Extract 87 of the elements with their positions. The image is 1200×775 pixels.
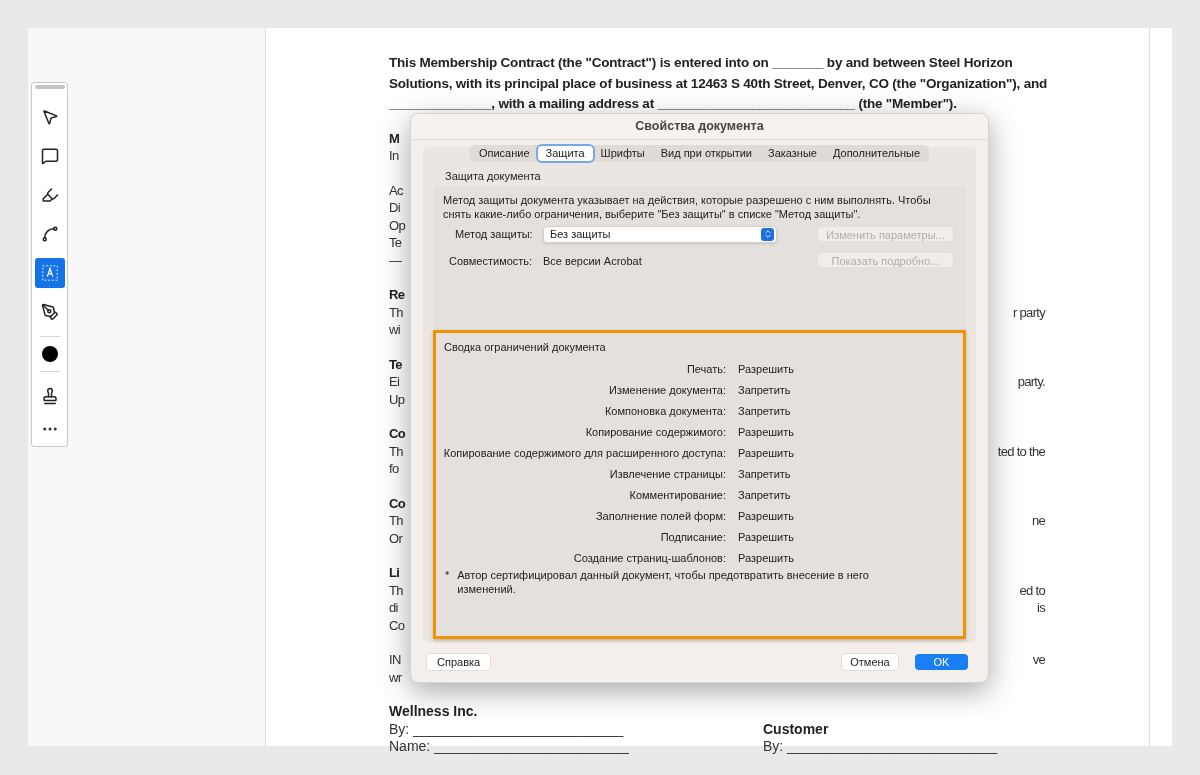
body-text: Ei	[389, 373, 400, 391]
signature-party: Wellness Inc.	[389, 703, 478, 721]
text-box-icon	[40, 264, 59, 282]
body-text: wr	[389, 668, 402, 686]
freehand-icon	[40, 225, 59, 243]
body-text: ve	[1032, 651, 1045, 669]
restriction-label: Копирование содержимого:	[584, 424, 726, 440]
signature-party: Customer	[763, 720, 829, 738]
section-heading: Co	[389, 425, 405, 443]
dropdown-icon	[761, 227, 774, 241]
tab[interactable]: Заказные	[760, 146, 825, 161]
restriction-label: Изменение документа:	[608, 383, 726, 398]
security-description: Метод защиты документа указывает на действия, которые разрешено с ним выполнять. Чтобы снять какие-либо ограничения, выберите "Без защиты" в списке "Метод защиты".	[443, 192, 932, 221]
tab[interactable]: Шрифты	[592, 146, 653, 161]
pen-icon	[40, 303, 59, 321]
restriction-value: Запретить	[738, 487, 791, 503]
body-text: di	[389, 599, 398, 617]
help-button[interactable]: Справка	[427, 654, 491, 670]
body-text: r party	[1013, 303, 1045, 321]
section-title: Сводка ограничений документа	[444, 339, 606, 355]
security-method-select[interactable]: Без защиты	[543, 225, 777, 243]
pointer-icon	[40, 108, 59, 126]
body-text: ed to	[1019, 581, 1045, 599]
compatibility-value: Все версии Acrobat	[543, 253, 642, 269]
body-text: Th	[389, 581, 403, 599]
signature-line: Name: _________________________	[389, 738, 629, 756]
body-text: Up	[389, 390, 405, 408]
body-text: party.	[1017, 373, 1045, 391]
color-swatch[interactable]	[41, 346, 58, 362]
body-text: Co	[389, 616, 405, 634]
restriction-value: Разрешить	[738, 424, 794, 440]
body-text: ted to the	[997, 442, 1045, 460]
section-heading: Re	[389, 286, 405, 304]
body-text: Te	[389, 234, 402, 252]
tab[interactable]: Описание	[470, 146, 538, 161]
body-text: Di	[389, 199, 400, 217]
restriction-label: Извлечение страницы:	[608, 466, 726, 482]
contract-intro: This Membership Contract (the "Contract") is entered into on _______ by and between Steel Horizon Solutions, with its principal place of business at 12463 S 40th Street, Denver, CO (the "Organization"), and ______________, with a mailing address at ___________________________ (the "Member").	[389, 54, 1049, 113]
body-text: is	[1037, 599, 1045, 617]
body-text: Or	[389, 529, 403, 547]
restriction-value: Разрешить	[738, 362, 794, 377]
field-label: Совместимость:	[449, 253, 534, 269]
restriction-value: Запретить	[738, 466, 791, 482]
body-text: Th	[389, 303, 403, 321]
signature-line: By: ___________________________	[389, 720, 624, 738]
tab[interactable]: Вид при открытии	[652, 146, 760, 161]
restriction-label: Компоновка документа:	[603, 403, 726, 419]
note-mark: *	[445, 568, 450, 584]
restriction-label: Подписание:	[659, 529, 726, 545]
field-label: Метод защиты:	[455, 227, 534, 242]
certification-note: Автор сертифицировал данный документ, чтобы предотвратить внесение в него изменений.	[457, 568, 870, 597]
section-heading: Co	[389, 494, 405, 512]
tab[interactable]: Дополнительные	[824, 146, 929, 161]
restriction-label: Заполнение полей форм:	[594, 508, 726, 524]
tab[interactable]: Защита	[537, 146, 593, 161]
restriction-value: Разрешить	[738, 529, 794, 545]
stamp-icon	[40, 387, 59, 405]
restriction-value: Запретить	[738, 383, 791, 398]
body-text: Ac	[389, 181, 403, 199]
highlighter-icon	[40, 186, 59, 204]
body-text: wi	[389, 321, 400, 339]
ok-button[interactable]: OK	[915, 654, 968, 670]
comment-icon	[40, 147, 59, 165]
restriction-label: Создание страниц-шаблонов:	[572, 550, 726, 566]
restriction-label: Копирование содержимого для расширенного доступа:	[442, 445, 726, 461]
body-text: fo	[389, 460, 399, 478]
restriction-value: Разрешить	[738, 445, 794, 461]
cancel-button[interactable]: Отмена	[842, 654, 898, 670]
drag-handle[interactable]	[34, 85, 65, 89]
body-text: In	[389, 147, 399, 165]
section-heading: Li	[389, 564, 400, 582]
body-text: ne	[1031, 512, 1045, 530]
restriction-value: Запретить	[738, 403, 791, 419]
section-heading: M	[389, 129, 400, 147]
restriction-label: Комментирование:	[628, 487, 726, 503]
restriction-value: Разрешить	[738, 550, 794, 566]
body-text: —	[389, 251, 402, 269]
section-title: Защита документа	[445, 169, 541, 184]
window-title: Свойства документа	[635, 118, 764, 136]
body-text: Th	[389, 512, 403, 530]
restriction-label: Печать:	[685, 362, 726, 377]
signature-line: By: ___________________________	[763, 738, 998, 756]
body-text: Th	[389, 442, 403, 460]
body-text: Op	[389, 216, 405, 234]
section-heading: Te	[389, 355, 402, 373]
restriction-value: Разрешить	[738, 508, 794, 524]
body-text: IN	[389, 651, 401, 669]
